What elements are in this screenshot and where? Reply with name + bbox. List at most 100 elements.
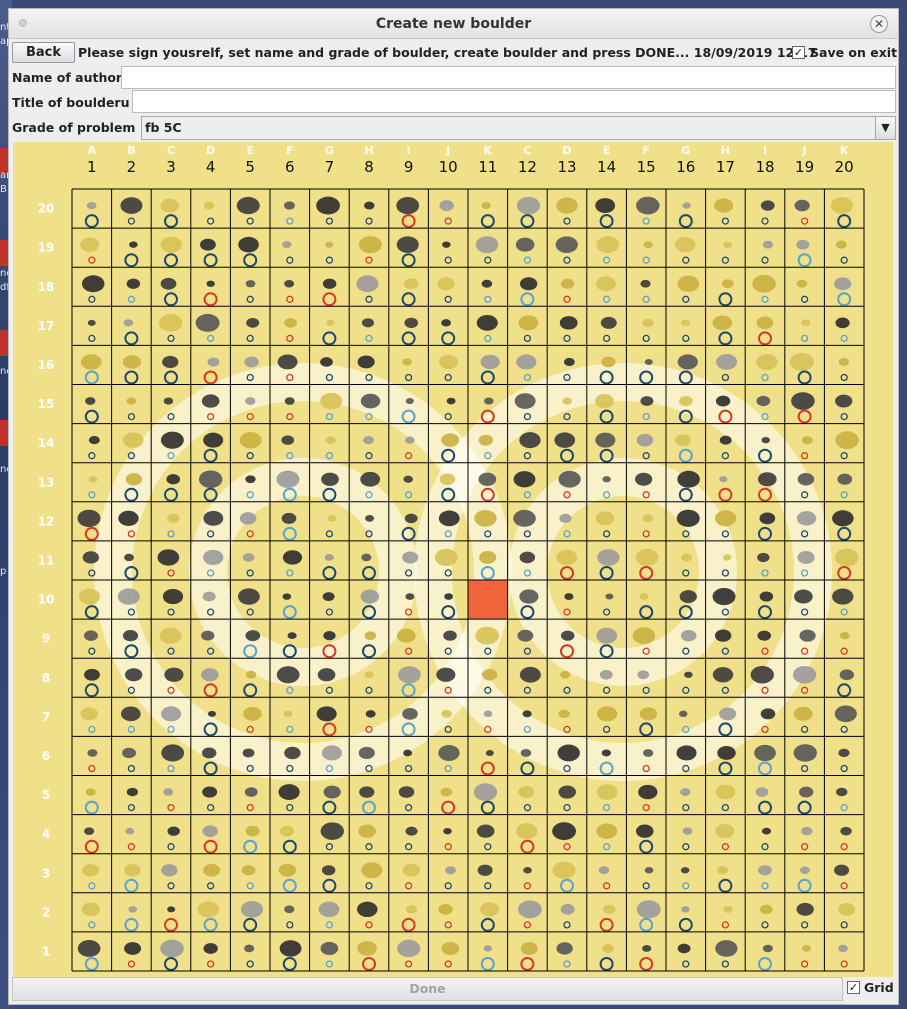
hold-marker-icon [127, 960, 136, 968]
hold-marker-icon [365, 256, 373, 264]
hold-icon [201, 630, 215, 641]
hold-marker-icon [480, 957, 495, 971]
hold-icon [712, 667, 734, 683]
hold-icon [323, 631, 336, 641]
hold-icon [122, 432, 144, 448]
title-input[interactable] [132, 90, 896, 113]
save-on-exit-checkbox[interactable]: ✓ [792, 46, 805, 59]
window-title: Create new boulder [375, 16, 532, 32]
hold-icon [595, 394, 614, 409]
hold-icon [792, 665, 817, 684]
hold-marker-icon [563, 960, 571, 968]
grade-select[interactable]: fb 5C ▼ [141, 116, 896, 140]
hold-icon [721, 279, 734, 289]
hold-marker-icon [523, 373, 532, 382]
hold-marker-icon [88, 921, 96, 929]
hold-marker-icon [758, 331, 772, 346]
hold-icon [796, 239, 810, 250]
hold-marker-icon [563, 803, 571, 812]
hold-marker-icon [286, 686, 294, 694]
boulder-board[interactable]: A B C D E F G H I J K C D E F G H I J K 1 2 3 4 5 6 7 8 9 10 11 12 13 14 1… [13, 142, 893, 977]
hold-marker-icon [800, 217, 809, 225]
hold-marker-icon [365, 843, 373, 851]
close-icon[interactable]: ✕ [870, 15, 888, 33]
hold-icon [680, 319, 691, 327]
hold-icon [82, 551, 100, 564]
hold-icon [325, 436, 336, 444]
hold-icon [605, 593, 614, 600]
hold-marker-icon [520, 214, 535, 229]
hold-icon [126, 787, 139, 797]
hold-icon [438, 510, 460, 527]
hold-marker-icon [480, 917, 495, 932]
hold-marker-icon [444, 764, 452, 773]
hold-icon [404, 513, 418, 524]
hold-icon [480, 902, 500, 917]
hold-icon [316, 706, 337, 722]
hold-icon [761, 827, 772, 835]
hold-marker-icon [797, 800, 812, 815]
hold-marker-icon [602, 843, 611, 851]
done-button[interactable]: Done [12, 977, 843, 1001]
board-canvas[interactable]: A B C D E F G H I J K C D E F G H I J K1 2 3 4 5 6 7 8 9 10 11 12 13 14 1… [13, 142, 893, 977]
hold-icon [238, 236, 259, 253]
hold-icon [760, 200, 775, 211]
hold-icon [480, 354, 500, 370]
hold-marker-icon [84, 800, 99, 815]
hold-icon [398, 786, 415, 798]
hold-marker-icon [520, 292, 535, 307]
hold-marker-icon [282, 605, 297, 620]
hold-marker-icon [639, 839, 654, 854]
hold-icon [357, 901, 378, 918]
hold-marker-icon [800, 725, 809, 734]
column-letter: G [681, 144, 690, 157]
hold-icon [760, 708, 776, 720]
hold-icon [519, 666, 541, 683]
hold-marker-icon [523, 882, 532, 890]
hold-icon [839, 631, 850, 640]
column-letter: B [127, 144, 135, 157]
hold-icon [640, 396, 654, 406]
hold-icon [756, 395, 771, 407]
hold-icon [476, 824, 495, 838]
hold-marker-icon [246, 217, 254, 225]
hold-icon [837, 473, 853, 485]
hold-marker-icon [88, 334, 96, 343]
hold-marker-icon [246, 452, 254, 460]
hold-marker-icon [837, 292, 852, 307]
hold-icon [760, 904, 773, 915]
hold-marker-icon [325, 960, 334, 968]
hold-icon [357, 941, 377, 956]
hold-icon [801, 826, 813, 836]
hold-marker-icon [286, 295, 294, 303]
back-button[interactable]: Back [12, 42, 75, 63]
author-input[interactable] [121, 66, 896, 89]
hold-icon [281, 512, 297, 524]
hold-icon [519, 432, 541, 449]
hold-marker-icon [800, 921, 809, 929]
hold-icon [516, 196, 541, 215]
hold-marker-icon [401, 253, 416, 268]
column-number: 3 [166, 158, 176, 176]
hold-marker-icon [444, 882, 452, 890]
hold-marker-icon [563, 334, 571, 343]
hold-icon [120, 197, 143, 214]
title-bar[interactable]: Create new boulder ✕ [9, 9, 898, 39]
hold-marker-icon [365, 686, 373, 694]
hold-icon [518, 786, 535, 799]
hold-icon [237, 588, 260, 605]
hold-icon [245, 670, 257, 679]
hold-icon [167, 513, 180, 523]
hold-icon [682, 202, 691, 209]
hold-icon [404, 317, 419, 328]
hold-icon [126, 397, 137, 405]
hold-icon [635, 472, 653, 486]
grid-checkbox[interactable]: ✓ [847, 981, 860, 994]
hold-marker-icon [203, 839, 218, 854]
hold-marker-icon [84, 409, 99, 424]
hold-marker-icon [761, 256, 769, 264]
hold-icon [364, 631, 377, 641]
hold-marker-icon [639, 605, 654, 620]
hold-icon [358, 236, 382, 254]
chevron-down-icon[interactable]: ▼ [875, 117, 895, 139]
